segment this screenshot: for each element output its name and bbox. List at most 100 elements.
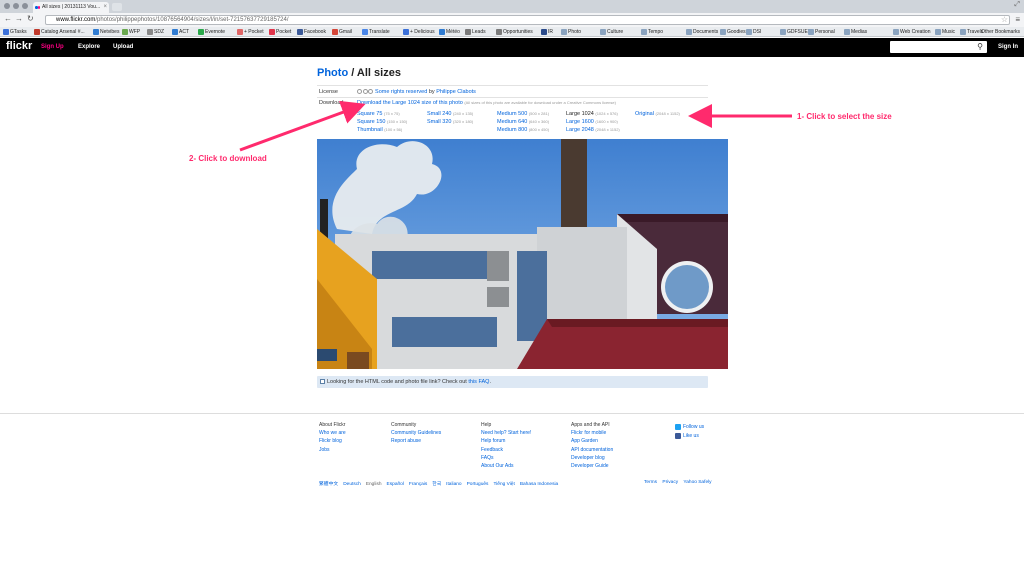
bookmark-item[interactable]: ACT [172, 28, 189, 36]
bookmark-item[interactable]: Translate [362, 28, 390, 36]
bookmark-item[interactable]: Medias [844, 28, 867, 36]
new-tab-button[interactable] [112, 3, 122, 11]
search-input[interactable]: ⚲ [890, 41, 987, 53]
language-option[interactable]: Italiano [446, 482, 461, 487]
reload-icon[interactable]: ↻ [27, 14, 34, 23]
language-option[interactable]: Português [467, 482, 489, 487]
size-option[interactable]: Medium 800 (800 x 450) [497, 127, 549, 133]
bookmark-item[interactable]: Catalog Arsenal #... [34, 28, 85, 36]
like-us-link[interactable]: Like us [675, 433, 699, 439]
fullscreen-icon[interactable]: ⤢ [1014, 1, 1020, 9]
bookmark-item[interactable]: GDFSUEZ [780, 28, 811, 36]
footer-link[interactable]: Community Guidelines [391, 429, 441, 437]
language-option[interactable]: Español [387, 482, 404, 487]
footer-link[interactable]: About Our Ads [481, 462, 531, 470]
bookmark-item[interactable]: + Delicious [403, 28, 435, 36]
privacy-link[interactable]: Privacy [662, 480, 678, 485]
other-bookmarks[interactable]: Other Bookmarks [981, 28, 1020, 36]
bookmark-item[interactable]: Personal [808, 28, 835, 36]
bookmark-icon [147, 29, 153, 35]
footer-link[interactable]: Help forum [481, 437, 531, 445]
forward-icon[interactable]: → [15, 14, 23, 23]
footer-link[interactable]: Need help? Start here! [481, 429, 531, 437]
size-option[interactable]: Thumbnail (100 x 56) [357, 127, 402, 133]
photo-link[interactable]: Photo [317, 67, 348, 79]
bookmark-icon [808, 29, 814, 35]
footer-link[interactable]: Report abuse [391, 437, 441, 445]
size-option[interactable]: Large 1024 (1024 x 576) [566, 111, 618, 117]
size-option[interactable]: Original (2048 x 1152) [635, 111, 680, 117]
bookmark-item[interactable]: Météo [439, 28, 460, 36]
download-link[interactable]: Download the Large 1024 size of this pho… [357, 100, 463, 106]
signin-link[interactable]: Sign In [998, 44, 1018, 50]
size-option[interactable]: Large 2048 (2048 x 1152) [566, 127, 620, 133]
language-option[interactable]: Deutsch [343, 482, 361, 487]
bookmark-item[interactable]: Music [935, 28, 955, 36]
browser-tab[interactable]: All sizes | 20131113 Vou... × [33, 2, 109, 13]
search-icon[interactable]: ⚲ [977, 42, 983, 51]
browser-menu-icon[interactable]: ≡ [1015, 15, 1020, 24]
footer-link[interactable]: FAQs [481, 454, 531, 462]
bookmark-item[interactable]: Netvibes [93, 28, 119, 36]
bookmark-item[interactable]: SDZ [147, 28, 164, 36]
footer-link[interactable]: Developer Guide [571, 462, 613, 470]
flickr-header: flickr Sign Up Explore Upload ⚲ Sign In [0, 38, 1024, 57]
signup-link[interactable]: Sign Up [41, 44, 64, 50]
footer-link[interactable]: App Garden [571, 437, 613, 445]
window-controls[interactable] [4, 3, 28, 9]
footer-link[interactable]: Developer blog [571, 454, 613, 462]
language-option[interactable]: Bahasa Indonesia [520, 482, 558, 487]
size-option[interactable]: Large 1600 (1600 x 900) [566, 119, 618, 125]
close-tab-icon[interactable]: × [103, 2, 107, 13]
footer-link[interactable]: Flickr blog [319, 437, 346, 445]
terms-link[interactable]: Terms [644, 480, 657, 485]
footer-link[interactable]: Who we are [319, 429, 346, 437]
bookmark-item[interactable]: Leads [465, 28, 486, 36]
bookmark-item[interactable]: Facebook [297, 28, 326, 36]
bookmark-item[interactable]: GTasks [3, 28, 27, 36]
upload-link[interactable]: Upload [113, 44, 133, 50]
flickr-logo[interactable]: flickr [6, 40, 32, 52]
footer-link[interactable]: Flickr for mobile [571, 429, 613, 437]
bookmark-item[interactable]: Travels [960, 28, 983, 36]
bookmark-item[interactable]: Culture [600, 28, 623, 36]
language-option[interactable]: Tiếng Việt [493, 482, 514, 487]
photo-image[interactable] [317, 139, 728, 369]
bookmark-item[interactable]: Evernote [198, 28, 225, 36]
size-option[interactable]: Small 320 (320 x 180) [427, 119, 473, 125]
url-input[interactable]: www.flickr.com/photos/philippephotos/108… [45, 15, 1010, 25]
author-link[interactable]: Philippe Clabots [436, 89, 476, 95]
faq-link[interactable]: this FAQ [468, 379, 489, 385]
bookmark-star-icon[interactable]: ☆ [1001, 15, 1008, 24]
bookmark-item[interactable]: Documents [686, 28, 718, 36]
footer-link[interactable]: Jobs [319, 446, 346, 454]
bookmark-item[interactable]: Web Creation [893, 28, 930, 36]
bookmark-item[interactable]: DSI [746, 28, 761, 36]
follow-us-link[interactable]: Follow us [675, 424, 704, 430]
size-option[interactable]: Medium 640 (640 x 360) [497, 119, 549, 125]
footer-link[interactable]: API documentation [571, 446, 613, 454]
bookmark-item[interactable]: Pocket [269, 28, 291, 36]
back-icon[interactable]: ← [4, 14, 12, 23]
size-option[interactable]: Small 240 (240 x 135) [427, 111, 473, 117]
bookmark-item[interactable]: IR [541, 28, 553, 36]
size-option[interactable]: Square 75 (75 x 75) [357, 111, 400, 117]
footer-link[interactable]: Feedback [481, 446, 531, 454]
bookmark-item[interactable]: Opportunities [496, 28, 533, 36]
bookmark-item[interactable]: Gmail [332, 28, 352, 36]
license-link[interactable]: Some rights reserved [375, 89, 427, 95]
bookmark-item[interactable]: Photo [561, 28, 581, 36]
explore-link[interactable]: Explore [78, 44, 100, 50]
language-option[interactable]: Français [409, 482, 427, 487]
bookmark-icon [641, 29, 647, 35]
language-option[interactable]: English [366, 482, 382, 487]
language-option[interactable]: 한국 [432, 482, 441, 487]
language-option[interactable]: 繁體中文 [319, 482, 338, 487]
yahoo-safely-link[interactable]: Yahoo Safely [683, 480, 711, 485]
bookmark-item[interactable]: WFP [122, 28, 140, 36]
bookmark-item[interactable]: + Pocket [237, 28, 264, 36]
bookmark-item[interactable]: Tempo [641, 28, 663, 36]
bookmark-item[interactable]: Goodies [720, 28, 746, 36]
size-option[interactable]: Square 150 (150 x 150) [357, 119, 407, 125]
size-option[interactable]: Medium 500 (500 x 281) [497, 111, 549, 117]
